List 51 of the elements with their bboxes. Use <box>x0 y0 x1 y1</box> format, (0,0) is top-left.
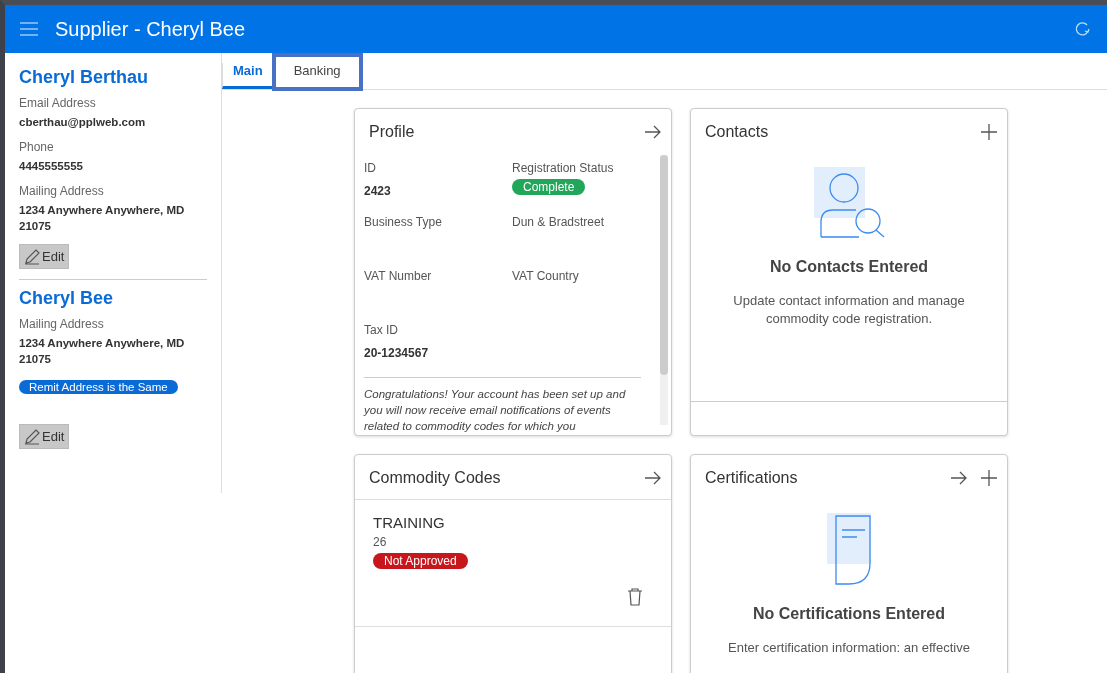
tab[interactable]: Banking <box>273 55 361 89</box>
empty-description: Enter certification information: an effective <box>728 639 970 657</box>
tab[interactable]: Main <box>222 63 274 89</box>
field-value: cberthau@pplweb.com <box>19 115 147 130</box>
commodity-name: TRAINING <box>373 514 446 531</box>
document-icon <box>827 513 871 585</box>
card-title: Certifications <box>705 469 799 487</box>
field-label: ID <box>364 160 377 175</box>
edit-button[interactable]: Edit <box>19 244 70 269</box>
card-title: Commodity Codes <box>369 469 502 487</box>
field-label: Dun & Bradstreet <box>512 214 606 229</box>
field-value: 20-1234567 <box>364 345 430 360</box>
field-value: 4445555555 <box>19 159 84 174</box>
pencil-icon <box>24 248 40 265</box>
page-title: Supplier - Cheryl Bee <box>55 17 247 41</box>
field-label: Registration Status <box>512 160 615 175</box>
refresh-icon[interactable] <box>1074 20 1091 38</box>
arrow-icon[interactable] <box>644 123 661 140</box>
card-title: Profile <box>369 122 416 141</box>
status-badge: Complete <box>512 178 586 195</box>
person-name: Cheryl Berthau <box>19 67 150 88</box>
person-name: Cheryl Bee <box>19 288 115 309</box>
plus-icon[interactable] <box>981 470 997 486</box>
arrow-icon[interactable] <box>950 470 967 486</box>
field-label: VAT Country <box>512 268 580 283</box>
remit-badge: Remit Address is the Same <box>19 380 178 394</box>
empty-title: No Contacts Entered <box>769 258 929 276</box>
contact-search-icon <box>813 167 885 238</box>
congratulations-note: Congratulations! Your account has been set up and you will now receive email notifications of events related to commodity codes for which you <box>364 376 641 434</box>
field-label: Mailing Address <box>19 317 105 331</box>
plus-icon[interactable] <box>981 124 997 140</box>
arrow-icon[interactable] <box>644 470 661 486</box>
field-label: VAT Number <box>364 268 433 283</box>
menu-icon[interactable] <box>20 22 38 36</box>
edit-button[interactable]: Edit <box>19 424 70 449</box>
field-label: Email Address <box>19 96 97 110</box>
field-label: Mailing Address <box>19 184 105 198</box>
field-label: Phone <box>19 140 55 154</box>
empty-title: No Certifications Entered <box>753 605 945 623</box>
empty-description: Update contact information and manage commodity code registration. <box>732 292 966 328</box>
field-label: Business Type <box>364 214 443 229</box>
pencil-icon <box>24 428 40 445</box>
scrollbar[interactable] <box>660 154 668 425</box>
field-value: 2423 <box>364 183 392 198</box>
field-value: 1234 Anywhere Anywhere, MD 21075 <box>19 336 186 367</box>
commodity-code: 26 <box>373 535 388 549</box>
trash-icon[interactable] <box>627 588 643 606</box>
field-value: 1234 Anywhere Anywhere, MD 21075 <box>19 203 186 234</box>
status-badge: Not Approved <box>373 553 468 569</box>
field-label: Tax ID <box>364 322 399 337</box>
card-title: Contacts <box>705 123 770 141</box>
